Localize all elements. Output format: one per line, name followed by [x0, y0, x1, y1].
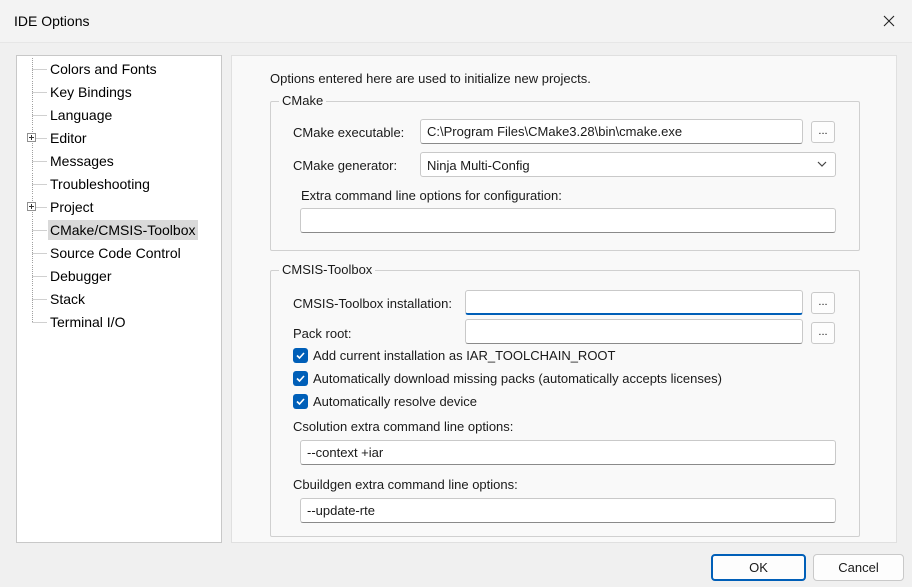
expand-plus-icon[interactable]	[27, 133, 36, 142]
tree-connector	[32, 173, 47, 195]
cmake-extra-options-field[interactable]	[300, 208, 836, 233]
options-category-tree[interactable]: Colors and Fonts Key Bindings Language Edit…	[16, 55, 222, 543]
checkmark-icon	[293, 371, 308, 386]
tree-item-label: Colors and Fonts	[50, 61, 157, 77]
cmake-generator-label: CMake generator:	[293, 158, 398, 173]
tree-item[interactable]: Debugger	[17, 265, 217, 287]
tree-item-label: Editor	[50, 130, 87, 146]
add-toolchain-root-checkbox[interactable]: Add current installation as IAR_TOOLCHAI…	[293, 348, 616, 363]
intro-text: Options entered here are used to initial…	[270, 71, 591, 86]
tree-item[interactable]: Editor	[17, 127, 217, 149]
cmake-generator-value: Ninja Multi-Config	[427, 158, 530, 173]
expand-plus-icon[interactable]	[27, 202, 36, 211]
tree-connector	[32, 242, 47, 264]
tree-item-label: Messages	[50, 153, 114, 169]
tree-item-label: Project	[50, 199, 94, 215]
cmake-extra-options-label: Extra command line options for configura…	[301, 188, 562, 203]
tree-connector	[32, 150, 47, 172]
tree-item[interactable]: Stack	[17, 288, 217, 310]
tree-item-label: Troubleshooting	[50, 176, 150, 192]
dialog-title: IDE Options	[14, 13, 90, 29]
tree-connector	[32, 311, 47, 323]
tree-connector	[32, 288, 47, 310]
auto-download-packs-label: Automatically download missing packs (au…	[313, 371, 722, 386]
cmake-generator-select[interactable]: Ninja Multi-Config	[420, 152, 836, 177]
tree-item[interactable]: Messages	[17, 150, 217, 172]
auto-download-packs-checkbox[interactable]: Automatically download missing packs (au…	[293, 371, 722, 386]
toolbox-installation-label: CMSIS-Toolbox installation:	[293, 296, 452, 311]
chevron-down-icon	[815, 157, 829, 174]
tree-item[interactable]: Source Code Control	[17, 242, 217, 264]
ok-button[interactable]: OK	[711, 554, 806, 581]
cmsis-toolbox-group-title: CMSIS-Toolbox	[279, 262, 376, 277]
tree-item[interactable]: Terminal I/O	[17, 311, 217, 333]
tree-item-label: CMake/CMSIS-Toolbox	[48, 220, 198, 240]
tree-item-label: Terminal I/O	[50, 314, 126, 330]
cbuildgen-options-field[interactable]: --update-rte	[300, 498, 836, 523]
pack-root-field[interactable]	[465, 319, 803, 344]
tree-connector	[32, 265, 47, 287]
cbuildgen-options-label: Cbuildgen extra command line options:	[293, 477, 518, 492]
tree-item-label: Source Code Control	[50, 245, 181, 261]
cmake-executable-label: CMake executable:	[293, 125, 405, 140]
csolution-options-label: Csolution extra command line options:	[293, 419, 514, 434]
close-icon[interactable]	[866, 0, 912, 42]
tree-connector	[32, 81, 47, 103]
cmake-executable-field[interactable]: C:\Program Files\CMake3.28\bin\cmake.exe	[420, 119, 803, 144]
csolution-options-field[interactable]: --context +iar	[300, 440, 836, 465]
tree-item-label: Language	[50, 107, 113, 123]
toolbox-installation-field[interactable]	[465, 290, 803, 315]
tree-item-label: Stack	[50, 291, 86, 307]
checkmark-icon	[293, 348, 308, 363]
tree-connector	[32, 58, 47, 80]
tree-connector	[32, 219, 47, 241]
tree-item[interactable]: Key Bindings	[17, 81, 217, 103]
tree-item-label: Key Bindings	[50, 84, 132, 100]
pack-root-label: Pack root:	[293, 326, 352, 341]
title-bar: IDE Options	[0, 0, 912, 43]
pack-root-browse-button[interactable]: ...	[811, 322, 835, 344]
tree-connector	[32, 104, 47, 126]
cancel-button[interactable]: Cancel	[813, 554, 904, 581]
auto-resolve-device-label: Automatically resolve device	[313, 394, 478, 409]
tree-item[interactable]: Language	[17, 104, 217, 126]
tree-item[interactable]: Troubleshooting	[17, 173, 217, 195]
toolbox-installation-browse-button[interactable]: ...	[811, 292, 835, 314]
cmake-executable-browse-button[interactable]: ...	[811, 121, 835, 143]
add-toolchain-root-label: Add current installation as IAR_TOOLCHAI…	[313, 348, 616, 363]
tree-item-label: Debugger	[50, 268, 112, 284]
ide-options-dialog: IDE Options Colors and Fonts Key Bindings…	[0, 0, 912, 587]
tree-item[interactable]: Colors and Fonts	[17, 58, 217, 80]
checkmark-icon	[293, 394, 308, 409]
auto-resolve-device-checkbox[interactable]: Automatically resolve device	[293, 394, 477, 409]
tree-item[interactable]: CMake/CMSIS-Toolbox	[17, 219, 217, 241]
tree-item[interactable]: Project	[17, 196, 217, 218]
cmake-group-title: CMake	[279, 93, 327, 108]
